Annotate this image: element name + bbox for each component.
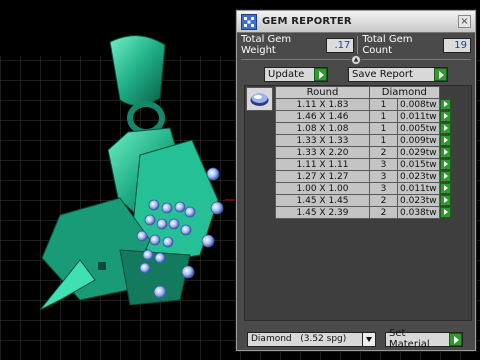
update-button[interactable]: Update xyxy=(264,67,328,82)
select-row-button[interactable] xyxy=(439,134,453,147)
gem-count-cell: 1 xyxy=(369,122,398,135)
play-arrow-icon xyxy=(439,207,451,218)
gem-weight-cell: 0.029tw xyxy=(397,146,440,159)
totals-divider xyxy=(357,36,359,54)
select-row-button[interactable] xyxy=(439,206,453,219)
gem-count-cell: 1 xyxy=(369,110,398,123)
play-arrow-icon xyxy=(439,171,451,182)
select-row-button[interactable] xyxy=(439,110,453,123)
collapse-toggle-icon[interactable]: ▲ xyxy=(351,55,361,65)
gem-size-cell: 1.08 X 1.08 xyxy=(275,122,370,135)
gem-size-cell: 1.46 X 1.46 xyxy=(275,110,370,123)
close-button[interactable]: × xyxy=(458,15,471,28)
gem-size-cell: 1.00 X 1.00 xyxy=(275,182,370,195)
gem-size-cell: 1.45 X 1.45 xyxy=(275,194,370,207)
gem-list-area: Round Diamond 1.11 X 1.83 1 0.008tw 1.46 X … xyxy=(244,85,472,321)
select-row-button[interactable] xyxy=(439,194,453,207)
gem-table: Round Diamond 1.11 X 1.83 1 0.008tw 1.46 X … xyxy=(275,86,453,219)
table-row[interactable]: 1.45 X 1.45 2 0.023tw xyxy=(275,194,453,207)
table-row[interactable]: 1.11 X 1.11 3 0.015tw xyxy=(275,158,453,171)
gem-count-cell: 2 xyxy=(369,146,398,159)
gem-count-cell: 3 xyxy=(369,170,398,183)
play-arrow-icon xyxy=(439,123,451,134)
gem-size-cell: 1.33 X 2.20 xyxy=(275,146,370,159)
gem-size-cell: 1.11 X 1.83 xyxy=(275,98,370,111)
table-row[interactable]: 1.33 X 2.20 2 0.029tw xyxy=(275,146,453,159)
gem-size-cell: 1.33 X 1.33 xyxy=(275,134,370,147)
collapse-divider: ▲ xyxy=(237,55,475,65)
select-row-button[interactable] xyxy=(439,158,453,171)
gem-weight-cell: 0.011tw xyxy=(397,110,440,123)
material-row: Diamond (3.52 spg) Set Material xyxy=(247,328,473,350)
round-gem-thumbnail[interactable] xyxy=(246,87,273,111)
gem-size-cell: 1.11 X 1.11 xyxy=(275,158,370,171)
table-row[interactable]: 1.00 X 1.00 3 0.011tw xyxy=(275,182,453,195)
total-weight-label: Total Gem Weight xyxy=(241,34,292,56)
title-bar[interactable]: GEM REPORTER × xyxy=(237,11,475,33)
panel-title: GEM REPORTER xyxy=(262,16,352,27)
column-header-material: Diamond xyxy=(369,86,440,99)
column-header-shape: Round xyxy=(275,86,370,99)
total-count-label: Total Gem Count xyxy=(362,34,413,56)
gem-count-cell: 1 xyxy=(369,98,398,111)
action-row: Update Save Report xyxy=(237,67,475,85)
gem-count-cell: 2 xyxy=(369,206,398,219)
material-dropdown-value: Diamond (3.52 spg) xyxy=(251,334,347,344)
play-arrow-icon xyxy=(434,68,447,81)
material-dropdown[interactable]: Diamond (3.52 spg) xyxy=(247,331,376,347)
play-arrow-icon xyxy=(439,195,451,206)
gem-size-cell: 1.27 X 1.27 xyxy=(275,170,370,183)
play-arrow-icon xyxy=(439,111,451,122)
gem-weight-cell: 0.009tw xyxy=(397,134,440,147)
select-row-button[interactable] xyxy=(439,182,453,195)
select-row-button[interactable] xyxy=(439,98,453,111)
totals-row: Total Gem Weight .17 Total Gem Count 19 xyxy=(237,34,475,56)
gem-weight-cell: 0.038tw xyxy=(397,206,440,219)
play-arrow-icon xyxy=(439,135,451,146)
table-row[interactable]: 1.08 X 1.08 1 0.005tw xyxy=(275,122,453,135)
gem-reporter-icon xyxy=(241,13,257,30)
play-arrow-icon xyxy=(314,68,327,81)
gem-size-cell: 1.45 X 2.39 xyxy=(275,206,370,219)
select-row-button[interactable] xyxy=(439,170,453,183)
play-arrow-icon xyxy=(439,159,451,170)
total-count-value: 19 xyxy=(442,37,472,53)
save-report-button[interactable]: Save Report xyxy=(348,67,448,82)
select-row-button[interactable] xyxy=(439,122,453,135)
total-weight-value: .17 xyxy=(326,37,355,53)
table-row[interactable]: 1.27 X 1.27 3 0.023tw xyxy=(275,170,453,183)
table-row[interactable]: 1.45 X 2.39 2 0.038tw xyxy=(275,206,453,219)
gem-reporter-panel: GEM REPORTER × Total Gem Weight .17 Tota… xyxy=(236,10,476,351)
gem-weight-cell: 0.011tw xyxy=(397,182,440,195)
gem-weight-cell: 0.005tw xyxy=(397,122,440,135)
gem-weight-cell: 0.008tw xyxy=(397,98,440,111)
gem-count-cell: 1 xyxy=(369,134,398,147)
play-arrow-icon xyxy=(449,332,462,346)
update-label: Update xyxy=(268,69,305,80)
gem-weight-cell: 0.023tw xyxy=(397,170,440,183)
save-report-label: Save Report xyxy=(352,69,413,80)
round-gem-icon xyxy=(250,93,269,106)
set-material-label: Set Material xyxy=(389,328,430,350)
select-row-button[interactable] xyxy=(439,146,453,159)
play-arrow-icon xyxy=(439,99,451,110)
gem-count-cell: 2 xyxy=(369,194,398,207)
table-row[interactable]: 1.11 X 1.83 1 0.008tw xyxy=(275,98,453,111)
table-row[interactable]: 1.33 X 1.33 1 0.009tw xyxy=(275,134,453,147)
play-arrow-icon xyxy=(439,183,451,194)
chevron-down-icon[interactable] xyxy=(362,332,375,346)
table-row[interactable]: 1.46 X 1.46 1 0.011tw xyxy=(275,110,453,123)
play-arrow-icon xyxy=(439,147,451,158)
gem-weight-cell: 0.015tw xyxy=(397,158,440,171)
gem-weight-cell: 0.023tw xyxy=(397,194,440,207)
gem-count-cell: 3 xyxy=(369,182,398,195)
gem-count-cell: 3 xyxy=(369,158,398,171)
set-material-button[interactable]: Set Material xyxy=(385,328,463,350)
